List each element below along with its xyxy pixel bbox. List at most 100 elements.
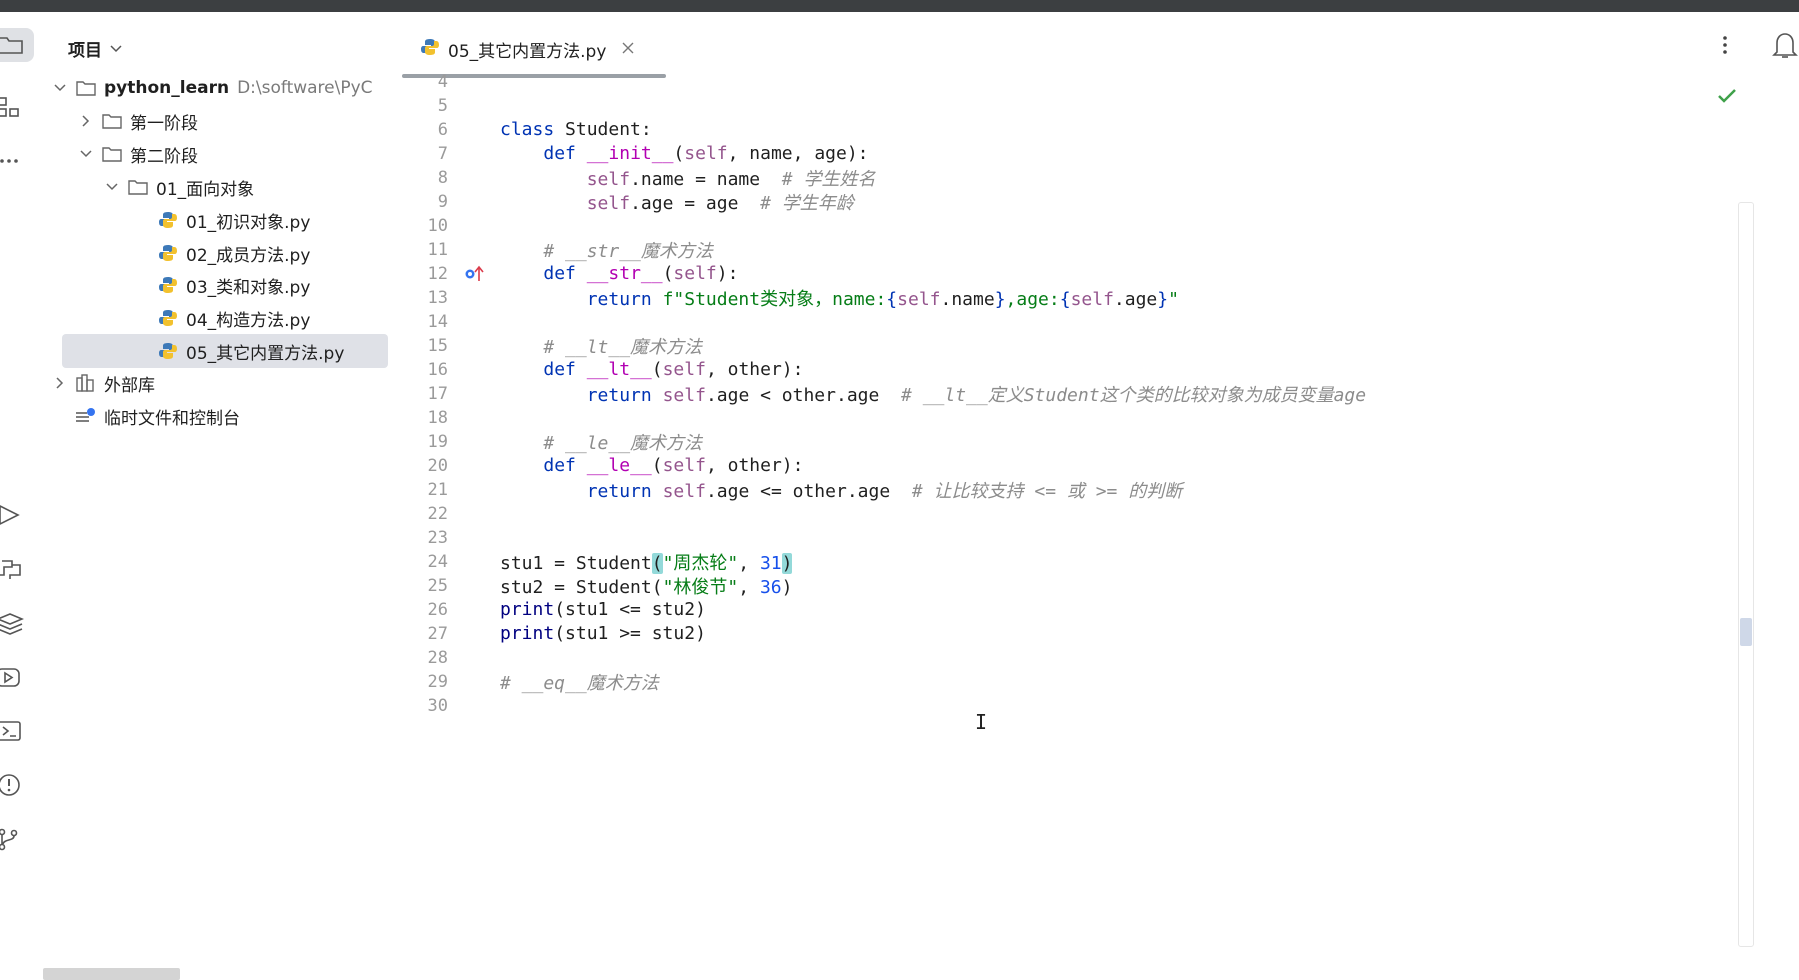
code-line[interactable]: 22 <box>400 500 1730 527</box>
line-number[interactable]: 25 <box>400 576 448 596</box>
tree-item-file-5[interactable]: 05_其它内置方法.py <box>62 334 388 368</box>
close-icon[interactable] <box>622 39 634 59</box>
line-number[interactable]: 30 <box>400 696 448 716</box>
terminal-tool-button[interactable] <box>0 714 34 748</box>
line-number[interactable]: 11 <box>400 240 448 260</box>
code-line[interactable]: 29 # __eq__魔术方法 <box>400 668 1730 695</box>
code-line[interactable]: 11 # __str__魔术方法 <box>400 236 1730 263</box>
python-file-icon <box>156 341 180 361</box>
vertical-scrollbar-thumb[interactable] <box>1740 618 1752 646</box>
line-number[interactable]: 13 <box>400 288 448 308</box>
code-line[interactable]: 5 <box>400 92 1730 119</box>
code-line[interactable]: 15 # __lt__魔术方法 <box>400 332 1730 359</box>
line-number[interactable]: 28 <box>400 648 448 668</box>
code-line[interactable]: 13 return f"Student类对象，name:{self.name},… <box>400 284 1730 311</box>
tree-item-stage-1[interactable]: 第一阶段 <box>78 104 444 138</box>
code-line[interactable]: 28 <box>400 644 1730 671</box>
code-line[interactable]: 8 self.name = name # 学生姓名 <box>400 164 1730 191</box>
git-tool-button[interactable] <box>0 822 34 856</box>
code-line[interactable]: 24 stu1 = Student("周杰轮", 31) <box>400 548 1730 575</box>
code-line[interactable]: 16 def __lt__(self, other): <box>400 356 1730 383</box>
line-number[interactable]: 26 <box>400 600 448 620</box>
line-number[interactable]: 22 <box>400 504 448 524</box>
code-line[interactable]: 17 return self.age < other.age # __lt__定… <box>400 380 1730 407</box>
line-number[interactable]: 17 <box>400 384 448 404</box>
code-token: .age = age <box>630 192 761 214</box>
line-number[interactable]: 7 <box>400 144 448 164</box>
code-token: # __lt__定义Student这个类的比较对象为成员变量age <box>901 384 1367 406</box>
line-number[interactable]: 18 <box>400 408 448 428</box>
code-token: # __eq__魔术方法 <box>500 672 659 694</box>
more-vertical-icon[interactable] <box>1722 34 1728 60</box>
vertical-scrollbar-track[interactable] <box>1738 202 1754 947</box>
line-number[interactable]: 27 <box>400 624 448 644</box>
line-number[interactable]: 4 <box>400 72 448 92</box>
tab-active-file[interactable]: 05_其它内置方法.py <box>420 34 634 64</box>
code-line[interactable]: 12 def __str__(self): <box>400 260 1730 287</box>
project-tool-button[interactable] <box>0 28 34 62</box>
override-method-icon[interactable] <box>448 265 500 283</box>
code-line[interactable]: 10 <box>400 212 1730 239</box>
code-line[interactable]: 25 stu2 = Student("林俊节", 36) <box>400 572 1730 599</box>
code-line[interactable]: 7 def __init__(self, name, age): <box>400 140 1730 167</box>
intention-bulb-icon[interactable] <box>448 527 500 549</box>
code-line[interactable]: 27 print(stu1 >= stu2) <box>400 620 1730 647</box>
line-number[interactable]: 12 <box>400 264 448 284</box>
code-line[interactable]: 21 return self.age <= other.age # 让比较支持 … <box>400 476 1730 503</box>
tree-item-label: 01_初识对象.py <box>186 212 311 233</box>
line-number[interactable]: 5 <box>400 96 448 116</box>
code-token: .age <= other.age <box>705 480 912 502</box>
project-view-selector[interactable]: 项目 <box>68 36 122 61</box>
code-line[interactable]: 9 self.age = age # 学生年龄 <box>400 188 1730 215</box>
line-number[interactable]: 10 <box>400 216 448 236</box>
code-line[interactable]: 14 <box>400 308 1730 335</box>
project-path: D:\software\PyC <box>237 78 373 98</box>
horizontal-scrollbar[interactable] <box>43 968 180 980</box>
line-number[interactable]: 19 <box>400 432 448 452</box>
code-token: (stu1 <= stu2) <box>554 599 706 620</box>
code-line[interactable]: 18 <box>400 404 1730 431</box>
chevron-down-icon[interactable] <box>78 150 94 158</box>
services-tool-button[interactable] <box>0 660 34 694</box>
tree-item-external-libraries[interactable]: 外部库 <box>52 366 418 400</box>
chevron-down-icon[interactable] <box>52 84 68 92</box>
code-line[interactable]: 26 print(stu1 <= stu2) <box>400 596 1730 623</box>
chevron-right-icon[interactable] <box>52 377 68 389</box>
code-line[interactable]: 6 class Student: <box>400 116 1730 143</box>
code-line[interactable]: 30 <box>400 692 1730 719</box>
line-number[interactable]: 21 <box>400 480 448 500</box>
line-number[interactable]: 14 <box>400 312 448 332</box>
more-tools-button[interactable] <box>0 144 34 178</box>
chevron-down-icon[interactable] <box>104 183 120 191</box>
code-text: print(stu1 >= stu2) <box>500 623 706 644</box>
folder-icon <box>74 79 98 97</box>
line-number[interactable]: 29 <box>400 672 448 692</box>
python-console-button[interactable] <box>0 552 34 586</box>
more-icon <box>0 156 24 166</box>
line-number[interactable]: 15 <box>400 336 448 356</box>
line-number[interactable]: 20 <box>400 456 448 476</box>
structure-tool-button[interactable] <box>0 90 34 124</box>
problems-tool-button[interactable] <box>0 768 34 802</box>
code-line[interactable]: 19 # __le__魔术方法 <box>400 428 1730 455</box>
code-line[interactable]: 20 def __le__(self, other): <box>400 452 1730 479</box>
line-number[interactable]: 6 <box>400 120 448 140</box>
code-token: self <box>586 192 631 214</box>
tree-item-label: 03_类和对象.py <box>186 277 311 298</box>
run-tool-button[interactable] <box>0 498 34 532</box>
line-number[interactable]: 16 <box>400 360 448 380</box>
line-number[interactable]: 9 <box>400 192 448 212</box>
chevron-down-icon <box>110 38 122 58</box>
line-number[interactable]: 8 <box>400 168 448 188</box>
line-number[interactable]: 24 <box>400 552 448 572</box>
tree-item-stage-2[interactable]: 第二阶段 <box>78 137 444 171</box>
code-line[interactable]: 4 <box>400 68 1730 95</box>
code-line[interactable]: 23 <box>400 524 1730 551</box>
line-number[interactable]: 23 <box>400 528 448 548</box>
tree-item-scratches[interactable]: 临时文件和控制台 <box>52 399 418 433</box>
tree-item-label: 临时文件和控制台 <box>104 408 240 429</box>
notifications-bell-icon[interactable] <box>1772 30 1799 64</box>
chevron-right-icon[interactable] <box>78 115 94 127</box>
python-packages-button[interactable] <box>0 606 34 640</box>
tree-item-python-learn[interactable]: python_learn D:\software\PyC <box>52 71 418 105</box>
